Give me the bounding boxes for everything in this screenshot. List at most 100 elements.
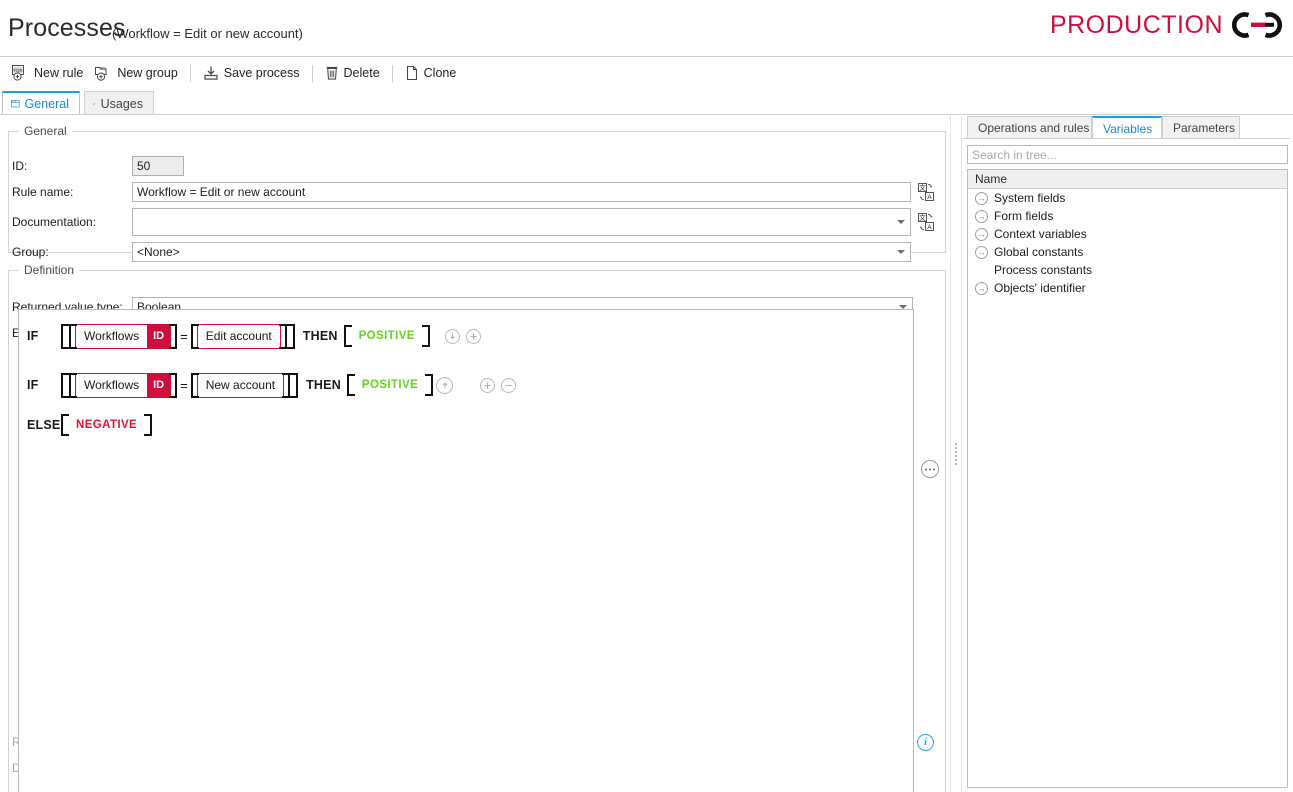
- splitter-grip: [955, 443, 957, 465]
- tree-item-label: Process constants: [994, 263, 1092, 277]
- delete-button[interactable]: Delete: [319, 63, 386, 83]
- rule-name-translate-button[interactable]: 文 A: [918, 183, 934, 201]
- rule-name-label: Rule name:: [12, 185, 132, 199]
- rule-operand-token[interactable]: Workflows ID: [75, 324, 171, 349]
- brand-text: PRODUCTION: [1050, 11, 1223, 40]
- save-process-button[interactable]: Save process: [197, 63, 306, 83]
- search-placeholder: Search in tree...: [972, 148, 1057, 162]
- tab-usages-label: Usages: [101, 97, 143, 111]
- move-down-button[interactable]: [445, 329, 460, 344]
- rule-name-row: Rule name: 文 A: [12, 182, 934, 202]
- rule-name-input[interactable]: [132, 182, 911, 202]
- variables-tree[interactable]: Name → System fields → Form fields → Con…: [967, 169, 1288, 788]
- svg-text:A: A: [927, 224, 932, 231]
- rule-condition-bracket: Workflows ID = Edit account: [61, 324, 295, 349]
- delete-label: Delete: [344, 66, 380, 80]
- group-label: Group:: [12, 245, 132, 259]
- documentation-row: Documentation: 文 A: [12, 208, 934, 236]
- general-group: General ID: Rule name: 文 A: [8, 124, 946, 253]
- rule-row: IF Workflows ID = New account: [27, 365, 519, 405]
- clone-button[interactable]: Clone: [399, 63, 463, 83]
- documentation-label: Documentation:: [12, 215, 132, 229]
- tree-panel: Operations and rules Variables Parameter…: [962, 116, 1291, 790]
- rule-then-keyword: THEN: [306, 378, 341, 392]
- tree-column-header: Name: [968, 170, 1287, 189]
- rule-operand-bracket: Workflows ID: [69, 324, 177, 349]
- arrow-up-icon: [440, 380, 450, 390]
- rule-canvas[interactable]: IF Workflows ID = Edit account: [18, 309, 914, 792]
- search-input-wrapper[interactable]: Search in tree...: [967, 145, 1288, 164]
- tab-operations-and-rules[interactable]: Operations and rules: [967, 116, 1092, 139]
- tab-parameters-label: Parameters: [1173, 121, 1235, 135]
- main-tabstrip: General Usages: [0, 91, 955, 115]
- new-rule-button[interactable]: FOR New rule: [6, 63, 89, 83]
- expand-arrow-icon[interactable]: →: [975, 282, 988, 295]
- window-icon: [11, 98, 20, 110]
- id-label: ID:: [12, 159, 132, 173]
- tab-general[interactable]: General: [2, 91, 80, 115]
- tab-parameters[interactable]: Parameters: [1162, 116, 1240, 139]
- save-icon: [203, 65, 219, 81]
- rule-operator: =: [180, 329, 188, 344]
- rule-value-token[interactable]: Edit account: [197, 324, 281, 349]
- page-title: Processes: [8, 14, 126, 43]
- tree-item-form-fields[interactable]: → Form fields: [968, 207, 1287, 225]
- expand-arrow-icon[interactable]: →: [975, 192, 988, 205]
- plus-icon: [469, 332, 478, 341]
- rule-operand-label: Workflows: [76, 329, 147, 343]
- arrow-down-icon: [448, 332, 457, 341]
- save-process-label: Save process: [224, 66, 300, 80]
- rule-operand-token[interactable]: Workflows ID: [75, 373, 171, 398]
- tab-variables[interactable]: Variables: [1092, 116, 1162, 139]
- id-row: ID:: [12, 156, 184, 176]
- rule-value-token[interactable]: New account: [197, 373, 284, 398]
- rule-else-keyword: ELSE: [27, 418, 61, 432]
- tree-item-objects-identifier[interactable]: → Objects' identifier: [968, 279, 1287, 297]
- rule-value-label: Edit account: [198, 329, 280, 343]
- rule-value-label: New account: [198, 378, 283, 392]
- group-combo[interactable]: <None>: [132, 242, 911, 262]
- rule-else-result-bracket: NEGATIVE: [61, 414, 152, 436]
- title-bar: Processes (Workflow = Edit or new accoun…: [0, 0, 1293, 57]
- tabstrip-underline: [0, 114, 1293, 115]
- expand-arrow-icon[interactable]: →: [975, 246, 988, 259]
- definition-group-legend: Definition: [19, 263, 79, 277]
- rule-condition-bracket: Workflows ID = New account: [61, 373, 298, 398]
- tab-general-label: General: [25, 97, 69, 111]
- ellipsis-icon: [924, 467, 936, 472]
- new-group-icon: abc: [95, 65, 112, 81]
- tree-item-system-fields[interactable]: → System fields: [968, 189, 1287, 207]
- expand-arrow-icon[interactable]: →: [975, 210, 988, 223]
- toolbar-separator: [392, 65, 393, 82]
- add-rule-button[interactable]: [466, 329, 481, 344]
- documentation-translate-button[interactable]: 文 A: [918, 213, 934, 231]
- tree-item-process-constants[interactable]: Process constants: [968, 261, 1287, 279]
- tree-item-label: Context variables: [994, 227, 1087, 241]
- tab-variables-label: Variables: [1103, 122, 1152, 136]
- rule-result-label: POSITIVE: [356, 374, 424, 396]
- move-up-button[interactable]: [436, 377, 453, 394]
- rule-result-bracket: POSITIVE: [347, 374, 433, 396]
- rule-editor-panel: General ID: Rule name: 文 A: [0, 116, 950, 792]
- expand-arrow-icon[interactable]: →: [975, 228, 988, 241]
- svg-text:abc: abc: [100, 65, 106, 70]
- tree-item-label: Form fields: [994, 209, 1053, 223]
- tree-item-context-variables[interactable]: → Context variables: [968, 225, 1287, 243]
- info-icon[interactable]: i: [917, 734, 934, 751]
- tree-item-global-constants[interactable]: → Global constants: [968, 243, 1287, 261]
- tab-usages[interactable]: Usages: [84, 91, 154, 115]
- panel-splitter[interactable]: [950, 116, 962, 792]
- documentation-combo[interactable]: [132, 208, 911, 236]
- new-group-button[interactable]: abc New group: [89, 63, 183, 83]
- rule-value-bracket: New account: [191, 373, 290, 398]
- group-row: Group: <None>: [12, 242, 911, 262]
- id-input[interactable]: [132, 156, 184, 176]
- remove-rule-button[interactable]: [501, 378, 516, 393]
- rule-operand-badge: ID: [147, 374, 170, 397]
- svg-text:FOR: FOR: [13, 68, 22, 73]
- more-options-button[interactable]: [921, 460, 939, 478]
- rule-value-bracket: Edit account: [191, 324, 287, 349]
- toolbar: FOR New rule abc New group Save process: [0, 58, 1293, 88]
- rule-actions: [433, 377, 519, 394]
- add-rule-button[interactable]: [480, 378, 495, 393]
